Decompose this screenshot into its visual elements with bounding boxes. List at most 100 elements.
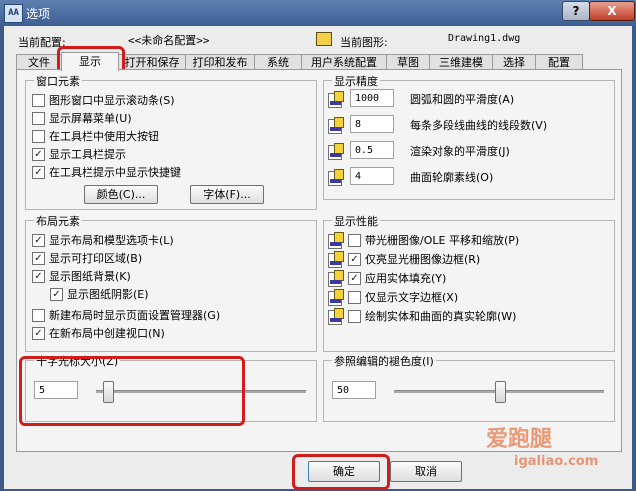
checkbox-row[interactable]: 在工具栏中使用大按钮 [32, 128, 159, 143]
drawing-setting-icon [328, 91, 344, 108]
drawing-setting-icon [328, 251, 344, 268]
checkbox-row[interactable]: ✓ 应用实体填充(Y) [348, 270, 446, 285]
drawing-setting-icon [328, 117, 344, 134]
checkbox[interactable] [32, 129, 45, 143]
checkbox[interactable] [32, 93, 45, 107]
checkbox[interactable] [348, 233, 361, 247]
checkbox-label: 仅亮显光栅图像边框(R) [365, 253, 481, 266]
cancel-button[interactable]: 取消 [390, 461, 462, 482]
drawing-setting-icon [328, 270, 344, 287]
checkbox-row[interactable]: ✓ 显示布局和模型选项卡(L) [32, 232, 174, 247]
checkbox-label: 新建布局时显示页面设置管理器(G) [49, 309, 221, 322]
fonts-button[interactable]: 字体(F)... [190, 185, 264, 204]
xref-fading-input[interactable]: 50 [332, 381, 376, 399]
watermark-logo: 爱跑腿 [486, 427, 553, 452]
tab-drafting[interactable]: 草图 [386, 54, 430, 70]
rendered-smoothness-input[interactable]: 0.5 [350, 141, 394, 159]
checkbox-row[interactable]: ✓ 在工具栏提示中显示快捷键 [32, 164, 181, 179]
display-tab-panel: 窗口元素 图形窗口中显示滚动条(S) 显示屏幕菜单(U) 在工具栏中使用大按钮 … [16, 69, 622, 452]
checkbox-label: 在新布局中创建视口(N) [49, 327, 165, 340]
window-title: 选项 [26, 7, 51, 21]
checkbox-checked[interactable]: ✓ [32, 233, 45, 247]
drawing-file-icon [316, 32, 332, 46]
tab-plot-publish[interactable]: 打印和发布 [185, 54, 255, 70]
checkbox-checked[interactable]: ✓ [50, 287, 63, 301]
checkbox-label: 显示图纸背景(K) [49, 270, 131, 283]
tab-system[interactable]: 系统 [254, 54, 302, 70]
checkbox-row[interactable]: ✓ 显示图纸阴影(E) [50, 286, 149, 301]
current-drawing-value: Drawing1.dwg [448, 33, 521, 44]
checkbox-checked[interactable]: ✓ [348, 271, 361, 285]
contour-lines-input[interactable]: 4 [350, 167, 394, 185]
display-performance-title: 显示性能 [332, 213, 380, 229]
drawing-setting-icon [328, 289, 344, 306]
tab-files[interactable]: 文件 [16, 54, 62, 70]
checkbox-label: 显示图纸阴影(E) [67, 288, 149, 301]
tab-open-save[interactable]: 打开和保存 [118, 54, 186, 70]
drawing-setting-icon [328, 232, 344, 249]
window-elements-group: 窗口元素 图形窗口中显示滚动条(S) 显示屏幕菜单(U) 在工具栏中使用大按钮 … [25, 73, 317, 210]
checkbox-checked[interactable]: ✓ [32, 251, 45, 265]
title-bar: AA 选项 ? X [0, 0, 636, 26]
xref-fading-group: 参照编辑的褪色度(I) 50 [323, 353, 615, 422]
watermark-url: igaliao.com [514, 454, 599, 469]
polyline-segments-input[interactable]: 8 [350, 115, 394, 133]
checkbox-row[interactable]: 带光栅图像/OLE 平移和缩放(P) [348, 232, 519, 247]
checkbox-label: 应用实体填充(Y) [365, 272, 447, 285]
checkbox-label: 显示可打印区域(B) [49, 252, 143, 265]
checkbox[interactable] [32, 308, 45, 322]
checkbox-label: 绘制实体和曲面的真实轮廓(W) [365, 310, 517, 323]
tab-display[interactable]: 显示 [61, 52, 119, 71]
tab-user-preferences[interactable]: 用户系统配置 [301, 54, 387, 70]
options-dialog: 当前配置: <<未命名配置>> 当前图形: Drawing1.dwg 文件 显示… [4, 26, 632, 490]
layout-elements-title: 布局元素 [34, 213, 82, 229]
tab-3d-modeling[interactable]: 三维建模 [429, 54, 493, 70]
checkbox-row[interactable]: 新建布局时显示页面设置管理器(G) [32, 307, 220, 322]
checkbox-label: 仅显示文字边框(X) [365, 291, 459, 304]
help-button[interactable]: ? [562, 1, 590, 21]
display-resolution-group: 显示精度 1000 圆弧和圆的平滑度(A) 8 每条多段线曲线的线段数(V) 0… [323, 73, 615, 200]
polyline-segments-label: 每条多段线曲线的线段数(V) [410, 119, 548, 132]
tab-profiles[interactable]: 配置 [535, 54, 583, 70]
crosshair-highlight [19, 356, 245, 426]
tab-selection[interactable]: 选择 [492, 54, 536, 70]
checkbox-row[interactable]: ✓ 显示可打印区域(B) [32, 250, 142, 265]
xref-fading-slider-thumb[interactable] [495, 381, 506, 403]
checkbox[interactable] [348, 309, 361, 323]
checkbox-row[interactable]: 仅显示文字边框(X) [348, 289, 458, 304]
colors-button[interactable]: 颜色(C)... [84, 185, 158, 204]
close-button[interactable]: X [589, 1, 635, 21]
current-drawing-label: 当前图形: [340, 36, 388, 49]
checkbox-row[interactable]: ✓ 显示图纸背景(K) [32, 268, 131, 283]
checkbox-row[interactable]: 图形窗口中显示滚动条(S) [32, 92, 175, 107]
arc-smoothness-input[interactable]: 1000 [350, 89, 394, 107]
checkbox-label: 图形窗口中显示滚动条(S) [49, 94, 175, 107]
checkbox-checked[interactable]: ✓ [32, 147, 45, 161]
xref-fading-title: 参照编辑的褪色度(I) [332, 353, 436, 369]
arc-smoothness-label: 圆弧和圆的平滑度(A) [410, 93, 515, 106]
window-elements-title: 窗口元素 [34, 73, 82, 89]
checkbox-label: 显示布局和模型选项卡(L) [49, 234, 174, 247]
checkbox-row[interactable]: ✓ 仅亮显光栅图像边框(R) [348, 251, 480, 266]
display-performance-group: 显示性能 带光栅图像/OLE 平移和缩放(P) ✓ 仅亮显光栅图像边框(R) ✓ 应… [323, 213, 615, 352]
checkbox-row[interactable]: 显示屏幕菜单(U) [32, 110, 132, 125]
current-profile-value: <<未命名配置>> [128, 34, 210, 47]
checkbox-label: 显示屏幕菜单(U) [49, 112, 132, 125]
display-resolution-title: 显示精度 [332, 73, 380, 89]
checkbox-label: 在工具栏中使用大按钮 [49, 130, 159, 143]
contour-lines-label: 曲面轮廓素线(O) [410, 171, 494, 184]
ok-button-highlight [292, 454, 390, 490]
checkbox-row[interactable]: 绘制实体和曲面的真实轮廓(W) [348, 308, 516, 323]
checkbox[interactable] [32, 111, 45, 125]
checkbox-row[interactable]: ✓ 在新布局中创建视口(N) [32, 325, 165, 340]
checkbox-checked[interactable]: ✓ [32, 326, 45, 340]
checkbox-row[interactable]: ✓ 显示工具栏提示 [32, 146, 126, 161]
checkbox-label: 在工具栏提示中显示快捷键 [49, 166, 181, 179]
checkbox-checked[interactable]: ✓ [32, 269, 45, 283]
tab-strip: 文件 显示 打开和保存 打印和发布 系统 用户系统配置 草图 三维建模 选择 配… [16, 52, 620, 71]
checkbox-checked[interactable]: ✓ [348, 252, 361, 266]
checkbox[interactable] [348, 290, 361, 304]
checkbox-checked[interactable]: ✓ [32, 165, 45, 179]
drawing-setting-icon [328, 169, 344, 186]
layout-elements-group: 布局元素 ✓ 显示布局和模型选项卡(L) ✓ 显示可打印区域(B) ✓ 显示图纸背景(… [25, 213, 317, 352]
